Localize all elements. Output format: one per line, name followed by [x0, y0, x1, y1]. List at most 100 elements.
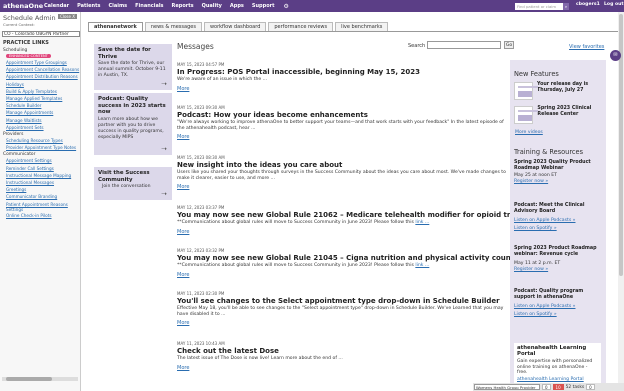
- sidebar-horizontal-scrollbar[interactable]: [2, 377, 78, 381]
- left-sidebar: Schedule Admin Close X Current Context: …: [0, 12, 81, 391]
- more-link[interactable]: More: [177, 229, 507, 235]
- nav-reports[interactable]: Reports: [168, 3, 198, 9]
- sidebar-item-communicator-branding[interactable]: Communicator Branding: [0, 193, 80, 200]
- sidebar-item-cancellation-reasons[interactable]: Appointment Cancellation Reasons: [0, 66, 80, 73]
- message-title[interactable]: You may now see new Global Rule 21062 – …: [177, 211, 544, 219]
- message-title[interactable]: Podcast: How your ideas become enhanceme…: [177, 111, 507, 119]
- main-vertical-scrollbar[interactable]: [618, 12, 624, 391]
- more-link[interactable]: More: [177, 365, 507, 371]
- practice-links-heading: PRACTICE LINKS: [3, 40, 49, 46]
- sidebar-item-schedule-builder[interactable]: Schedule Builder: [0, 102, 80, 109]
- sidebar-item-appointment-type-groupings[interactable]: Appointment Type Groupings: [0, 59, 80, 66]
- sidebar-item-appointment-sets[interactable]: Appointment Sets: [0, 124, 80, 131]
- message-body-text: **Communications about global rules will…: [177, 263, 414, 268]
- video-thumbnail[interactable]: [514, 82, 539, 100]
- nav-apps[interactable]: Apps: [226, 3, 248, 9]
- nav-patients[interactable]: Patients: [73, 3, 104, 9]
- nav-support[interactable]: Support: [248, 3, 279, 9]
- right-panel: New Features Your release day is Thursda…: [510, 60, 606, 391]
- message-body: We're aware of an issue in which the ...: [177, 77, 268, 82]
- message-title[interactable]: In Progress: POS Portal inaccessible, be…: [177, 68, 507, 76]
- message-title[interactable]: You may now see new Global Rule 21045 – …: [177, 254, 534, 262]
- training-item: Podcast: Meet the Clinical Advisory Boar…: [514, 203, 602, 232]
- message-body-text: **Communications about global rules will…: [177, 220, 414, 225]
- feature-title[interactable]: Your release day is Thursday, July 27: [533, 82, 602, 100]
- spotify-link[interactable]: Listen on Spotify »: [514, 312, 557, 317]
- register-now-link[interactable]: Register now »: [514, 179, 548, 184]
- go-button[interactable]: Go: [504, 41, 514, 49]
- athena-logo[interactable]: athenaOne: [0, 2, 43, 10]
- search-icon[interactable]: ⌕: [563, 3, 569, 10]
- message-date: MAY 15, 2023 04:57 PM: [177, 62, 225, 67]
- nav-claims[interactable]: Claims: [104, 3, 131, 9]
- patient-search-input[interactable]: Find patient or claim: [515, 3, 563, 10]
- feature-item[interactable]: Spring 2023 Clinical Release Center: [514, 106, 602, 124]
- message-body: **Communications about global rules will…: [177, 220, 507, 226]
- promo-thrive[interactable]: Save the date for Thrive Save the date f…: [94, 44, 172, 90]
- alert-count[interactable]: 10: [552, 384, 564, 390]
- sidebar-item-build-templates[interactable]: Build & Apply Templates: [0, 88, 80, 95]
- training-title: Spring 2023 Quality Product Roadmap Webi…: [514, 160, 591, 171]
- training-item: Spring 2023 Product Roadmap webinar: Rev…: [514, 246, 602, 272]
- nav-calendar[interactable]: Calendar: [40, 3, 73, 9]
- apple-podcasts-link[interactable]: Listen on Apple Podcasts »: [514, 304, 575, 309]
- more-link[interactable]: More: [177, 86, 507, 92]
- sidebar-item-appointment-settings[interactable]: Appointment Settings: [0, 157, 80, 164]
- more-link[interactable]: More: [177, 134, 507, 140]
- sidebar-item-provider-notes[interactable]: Provider Appointment Type Notes: [0, 144, 80, 151]
- sidebar-item-instructional-mapping[interactable]: Instructional Message Mapping: [0, 172, 80, 179]
- arrow-right-icon[interactable]: ➝: [161, 80, 167, 88]
- inbox-count[interactable]: 0: [542, 384, 551, 390]
- close-sidebar-button[interactable]: Close X: [58, 14, 77, 19]
- message-title[interactable]: New insight into the ideas you care abou…: [177, 161, 507, 169]
- promo-success-community[interactable]: Visit the Success Community Join the con…: [94, 167, 172, 200]
- message-item: MAY 15, 2023 08:30 AM New insight into t…: [177, 155, 507, 190]
- video-thumbnail[interactable]: [514, 106, 539, 124]
- sidebar-item-instructional-messages[interactable]: Instructional Messages: [0, 179, 80, 186]
- sidebar-item-online-checkin[interactable]: Online Check-in Pilots: [0, 212, 80, 219]
- sidebar-item-holidays[interactable]: Holidays: [0, 81, 80, 88]
- tasks-count[interactable]: 52 tasks: [566, 385, 585, 390]
- promo-title: Save the date for Thrive: [98, 47, 151, 60]
- more-link[interactable]: More: [177, 272, 507, 278]
- new-features-heading: New Features: [514, 70, 559, 78]
- promo-quality-podcast[interactable]: Podcast: Quality success in 2023 starts …: [94, 93, 172, 155]
- sidebar-item-manage-templates[interactable]: Manage Applied Templates: [0, 95, 80, 102]
- message-title[interactable]: You'll see changes to the Select appoint…: [177, 297, 507, 305]
- sidebar-item-patient-appointment-reasons[interactable]: Patient Appointment Reasons Settings: [0, 201, 80, 212]
- sidebar-item-greetings[interactable]: Greetings: [0, 186, 80, 193]
- spotify-link[interactable]: Listen on Spotify »: [514, 226, 557, 231]
- message-item: MAY 12, 2023 03:37 PM You may now see ne…: [177, 205, 544, 235]
- username[interactable]: cbogers1: [576, 2, 600, 7]
- gear-icon[interactable]: ⚙: [279, 3, 294, 10]
- more-link[interactable]: More: [177, 184, 507, 190]
- scrollbar-thumb[interactable]: [6, 377, 52, 381]
- sidebar-item-manage-appointments[interactable]: Manage Appointments: [0, 109, 80, 116]
- arrow-right-icon[interactable]: ➝: [161, 190, 167, 198]
- logout-link[interactable]: Log out: [604, 2, 624, 7]
- feature-item[interactable]: Your release day is Thursday, July 27: [514, 82, 602, 100]
- register-now-link[interactable]: Register now »: [514, 267, 548, 272]
- department-select[interactable]: Womens Health Group Provider: [474, 384, 540, 390]
- chat-icon[interactable]: ✉: [610, 50, 621, 61]
- more-link[interactable]: More: [177, 320, 507, 326]
- messages-count[interactable]: 0: [586, 384, 595, 390]
- arrow-right-icon[interactable]: ➝: [161, 145, 167, 153]
- message-item: MAY 15, 2023 09:30 AM Podcast: How your …: [177, 105, 507, 140]
- sidebar-item-distribution-reasons[interactable]: Appointment Distribution Reasons: [0, 73, 80, 80]
- nav-financials[interactable]: Financials: [131, 3, 167, 9]
- more-videos-link[interactable]: More videos: [515, 130, 543, 135]
- messages-search-input[interactable]: [427, 41, 501, 49]
- sidebar-item-manage-waitlists[interactable]: Manage Waitlists: [0, 117, 80, 124]
- nav-quality[interactable]: Quality: [198, 3, 226, 9]
- sidebar-item-reminder-call-settings[interactable]: Reminder Call Settings: [0, 165, 80, 172]
- sidebar-item-resource-types[interactable]: Scheduling Resource Types: [0, 137, 80, 144]
- learning-portal-link[interactable]: athenahealth Learning Portal: [517, 377, 584, 382]
- follow-link[interactable]: link ...: [415, 220, 429, 225]
- follow-link[interactable]: link ...: [415, 263, 429, 268]
- apple-podcasts-link[interactable]: Listen on Apple Podcasts »: [514, 218, 575, 223]
- message-title[interactable]: Check out the latest Dose: [177, 347, 507, 355]
- view-favorites-link[interactable]: View favorites: [569, 44, 604, 50]
- enhanced-content-badge: ENHANCED CONTENT: [6, 54, 51, 58]
- feature-title[interactable]: Spring 2023 Clinical Release Center: [533, 106, 602, 124]
